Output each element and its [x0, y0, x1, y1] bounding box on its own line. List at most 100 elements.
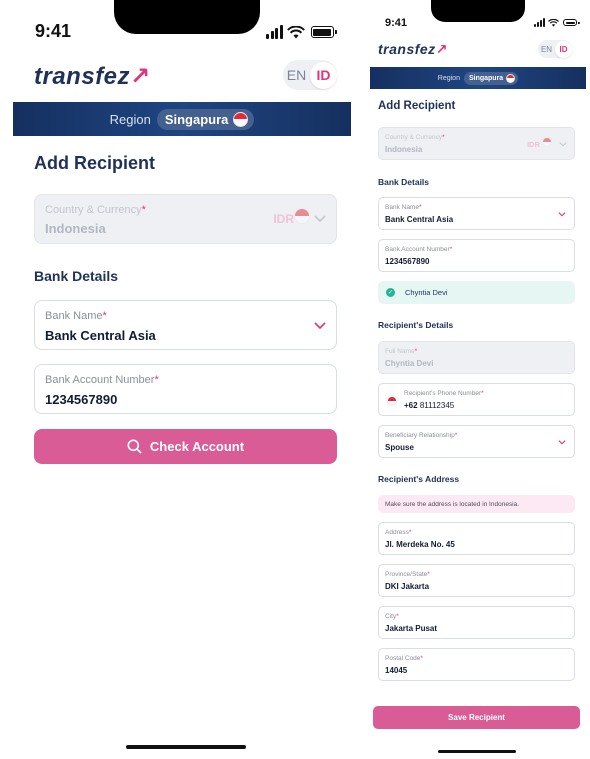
chevron-down-icon — [314, 215, 326, 223]
battery-icon — [310, 26, 337, 38]
address-note: Make sure the address is located in Indo… — [378, 495, 575, 513]
region-label: Region — [437, 74, 460, 82]
page-title: Add Recipient — [378, 100, 456, 112]
wifi-icon — [286, 25, 305, 38]
save-recipient-button[interactable]: Save Recipient — [373, 706, 580, 729]
field-label: Recipient's Phone Number* — [404, 390, 484, 397]
field-value: Indonesia — [45, 221, 106, 236]
phone-country-code: +62 — [404, 401, 418, 410]
region-label: Region — [109, 111, 151, 127]
province-input[interactable]: Province/State* DKI Jakarta — [378, 564, 575, 597]
account-verified-banner: ✓ Chyntia Devi — [378, 281, 575, 304]
field-label: Beneficiary Relationship* — [385, 432, 458, 439]
indonesia-flag-icon — [542, 137, 552, 147]
region-selector[interactable]: Singapura — [156, 108, 255, 130]
lang-en-option[interactable]: EN — [283, 62, 310, 89]
field-value: Jakarta Pusat — [385, 624, 438, 633]
page-title: Add Recipient — [34, 153, 156, 173]
language-toggle[interactable]: EN ID — [538, 40, 572, 58]
city-input[interactable]: City* Jakarta Pusat — [378, 606, 575, 639]
field-label: Country & Currency* — [385, 134, 445, 141]
account-number-input[interactable]: Bank Account Number* 1234567890 — [378, 239, 575, 272]
field-value: Jl. Merdeka No. 45 — [385, 540, 455, 549]
region-value: Singapura — [164, 111, 229, 127]
right-phone-screen: 9:41 transfez↗ EN ID Region Singapura Ad… — [370, 0, 586, 759]
language-toggle[interactable]: EN ID — [283, 60, 337, 90]
field-label: Bank Account Number* — [45, 374, 159, 386]
singapore-flag-icon — [233, 111, 249, 127]
home-indicator — [438, 750, 516, 753]
bank-name-select[interactable]: Bank Name* Bank Central Asia — [378, 197, 575, 230]
chevron-down-icon — [558, 440, 566, 445]
postal-code-input[interactable]: Postal Code* 14045 — [378, 648, 575, 681]
battery-icon — [563, 19, 580, 26]
field-label: Province/State* — [385, 571, 430, 578]
brand-logo: transfez↗ — [34, 63, 151, 90]
wifi-icon — [548, 18, 559, 27]
field-label: Bank Account Number* — [385, 246, 453, 253]
chevron-down-icon — [558, 212, 566, 217]
recipient-address-heading: Recipient's Address — [378, 474, 460, 484]
account-number-input[interactable]: Bank Account Number* 1234567890 — [34, 364, 337, 414]
verified-account-name: Chyntia Devi — [405, 288, 448, 297]
field-label: Full Name* — [385, 348, 418, 355]
button-label: Check Account — [149, 439, 245, 454]
field-value: Indonesia — [385, 145, 423, 154]
check-account-button[interactable]: Check Account — [34, 429, 337, 464]
field-value: Spouse — [385, 443, 414, 452]
left-phone-screen: 9:41 transfez↗ EN ID Region Singapura Ad… — [13, 0, 351, 759]
currency-code: IDR — [527, 140, 540, 149]
brand-logo: transfez↗ — [378, 41, 448, 57]
address-note-text: Make sure the address is located in Indo… — [385, 500, 520, 508]
recipient-details-heading: Recipient's Details — [378, 320, 454, 330]
signal-icon — [534, 18, 545, 27]
chevron-down-icon — [559, 142, 567, 147]
region-bar: Region Singapura — [13, 102, 351, 136]
button-label: Save Recipient — [448, 713, 505, 722]
field-value: Bank Central Asia — [45, 328, 156, 343]
country-currency-field: Country & Currency* Indonesia IDR — [378, 127, 575, 160]
full-name-field: Full Name* Chyntia Devi — [378, 341, 575, 374]
field-value: DKI Jakarta — [385, 582, 430, 591]
check-circle-icon: ✓ — [386, 288, 395, 297]
field-label: City* — [385, 613, 399, 620]
signal-icon — [266, 25, 283, 39]
singapore-flag-icon — [506, 73, 516, 83]
currency-code: IDR — [273, 212, 294, 226]
device-notch — [114, 0, 260, 34]
status-time: 9:41 — [385, 17, 408, 29]
field-value: 1234567890 — [45, 392, 118, 407]
bank-details-heading: Bank Details — [378, 177, 430, 187]
chevron-down-icon — [314, 322, 326, 330]
field-label: Postal Code* — [385, 655, 423, 662]
field-value: 14045 — [385, 666, 408, 675]
region-selector[interactable]: Singapura — [463, 71, 519, 85]
field-label: Bank Name* — [385, 204, 422, 211]
field-value: 1234567890 — [385, 257, 430, 266]
bank-details-heading: Bank Details — [34, 268, 119, 284]
device-notch — [431, 0, 525, 22]
field-value: Chyntia Devi — [385, 359, 434, 368]
field-label: Address* — [385, 529, 412, 536]
indonesia-flag-icon — [294, 208, 310, 224]
field-label: Bank Name* — [45, 310, 107, 322]
phone-number-input[interactable]: Recipient's Phone Number* +62 81112345 — [378, 383, 575, 416]
field-value: +62 81112345 — [404, 401, 454, 410]
search-icon — [127, 439, 142, 454]
lang-en-option[interactable]: EN — [538, 41, 555, 58]
region-bar: Region Singapura — [370, 67, 586, 89]
lang-id-option[interactable]: ID — [310, 61, 337, 89]
field-value: Bank Central Asia — [385, 215, 454, 224]
home-indicator — [126, 745, 246, 749]
indonesia-flag-icon — [387, 396, 397, 406]
bank-name-select[interactable]: Bank Name* Bank Central Asia — [34, 300, 337, 350]
relationship-select[interactable]: Beneficiary Relationship* Spouse — [378, 425, 575, 458]
phone-number-value: 81112345 — [419, 401, 455, 410]
lang-id-option[interactable]: ID — [555, 40, 572, 58]
status-time: 9:41 — [35, 21, 72, 41]
address-input[interactable]: Address* Jl. Merdeka No. 45 — [378, 522, 575, 555]
country-currency-field: Country & Currency* Indonesia IDR — [34, 194, 337, 244]
status-icons — [266, 25, 337, 39]
field-label: Country & Currency* — [45, 204, 146, 216]
status-icons — [534, 18, 580, 27]
